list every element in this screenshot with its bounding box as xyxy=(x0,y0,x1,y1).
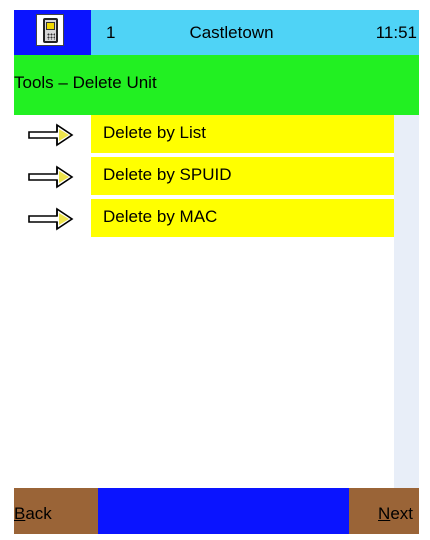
scrollbar-track[interactable] xyxy=(394,115,419,488)
clock-time: 11:51 xyxy=(375,23,417,42)
device-icon-box xyxy=(14,10,91,55)
menu-item-delete-by-mac[interactable]: Delete by MAC xyxy=(91,199,394,237)
phone-keypad xyxy=(47,33,55,40)
menu-row-delete-by-mac: Delete by MAC xyxy=(14,199,394,239)
phone-screen xyxy=(46,22,55,30)
menu-item-label: Delete by List xyxy=(103,123,206,142)
phone-body xyxy=(43,18,58,43)
menu-item-label: Delete by MAC xyxy=(103,207,218,226)
line-number: 1 xyxy=(106,23,116,42)
page-title: Tools – Delete Unit xyxy=(14,73,157,92)
menu-list: Delete by List Delete by SPUID Delete by… xyxy=(14,115,419,488)
right-arrow-icon xyxy=(28,165,74,189)
back-label-rest: ack xyxy=(25,504,52,523)
menu-item-label: Delete by SPUID xyxy=(103,165,232,184)
status-bar: 1 Castletown 11:51 xyxy=(14,10,419,55)
menu-item-delete-by-list[interactable]: Delete by List xyxy=(91,115,394,153)
menu-row-delete-by-spuid: Delete by SPUID xyxy=(14,157,394,197)
right-arrow-icon xyxy=(28,207,74,231)
menu-item-delete-by-spuid[interactable]: Delete by SPUID xyxy=(91,157,394,195)
softkey-bar: Back Next xyxy=(14,488,419,534)
next-hotkey: N xyxy=(378,504,391,523)
right-arrow-icon xyxy=(28,123,74,147)
back-button[interactable]: Back xyxy=(14,488,98,534)
next-button[interactable]: Next xyxy=(349,488,419,534)
back-button-label: Back xyxy=(14,488,52,534)
handset-device-icon xyxy=(36,14,64,46)
back-hotkey: B xyxy=(14,504,26,523)
location-name: Castletown xyxy=(189,23,274,42)
title-bar: Tools – Delete Unit xyxy=(14,55,419,115)
next-label-rest: ext xyxy=(390,504,413,523)
handset-screen: 1 Castletown 11:51 Tools – Delete Unit D… xyxy=(14,10,419,534)
next-button-label: Next xyxy=(378,488,413,534)
menu-row-delete-by-list: Delete by List xyxy=(14,115,394,155)
